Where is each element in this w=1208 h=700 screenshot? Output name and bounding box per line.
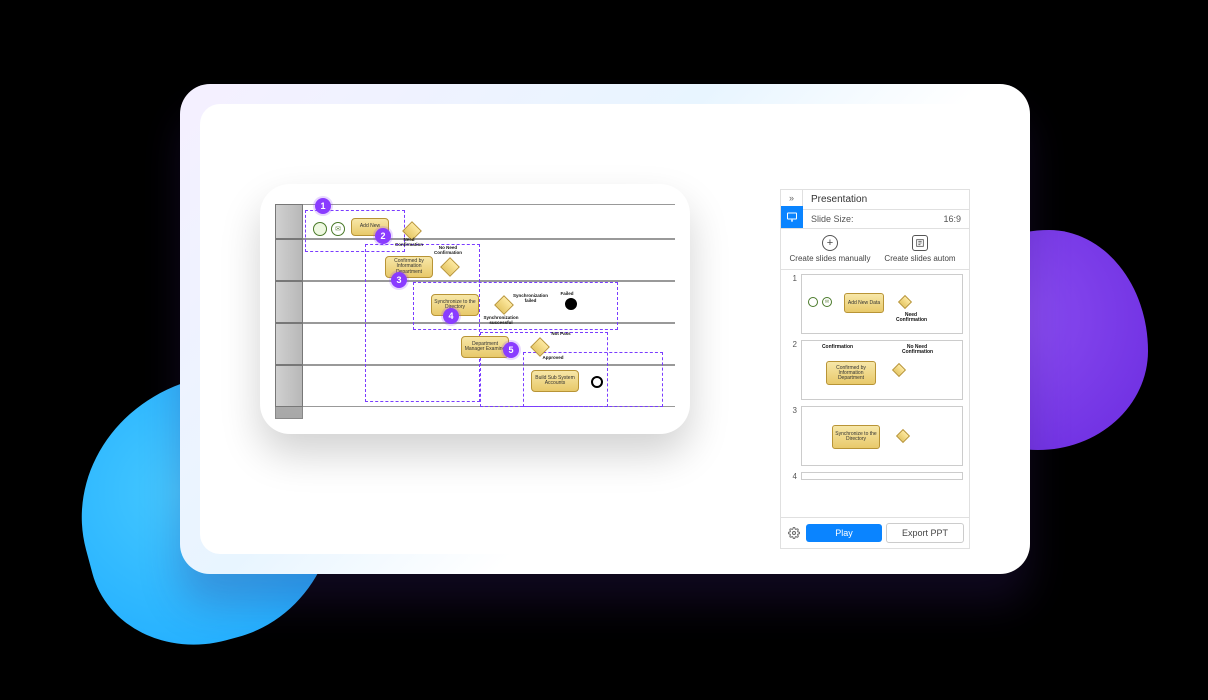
slide-size-value[interactable]: 16:9 <box>943 214 961 224</box>
diagram-card: ✉ Add New Confirmed by Information Depar… <box>260 184 690 434</box>
lane-label <box>275 365 303 407</box>
presentation-sidebar: » <box>781 190 803 228</box>
gateway-icon <box>896 429 910 443</box>
collapse-icon[interactable]: » <box>781 190 802 206</box>
step-badge-5: 5 <box>503 342 519 358</box>
label-sync-fail: Synchronization failed <box>513 294 548 303</box>
presentation-footer: Play Export PPT <box>781 517 969 548</box>
slide-item[interactable]: 3 Synchronize to the Directory <box>787 406 963 466</box>
gear-icon[interactable] <box>786 525 802 541</box>
end-event-icon[interactable] <box>565 298 577 310</box>
end-event-icon[interactable] <box>591 376 603 388</box>
slide-item[interactable]: 2 Confirmation Confirmed by Information … <box>787 340 963 400</box>
presentation-mode-icon[interactable] <box>781 206 803 228</box>
label-need-conf: Need Confirmation <box>395 238 423 247</box>
slide-thumbnail[interactable]: Synchronize to the Directory <box>801 406 963 466</box>
thumb-label: Confirmation <box>820 345 855 350</box>
thumb-task: Synchronize to the Directory <box>832 425 880 449</box>
presentation-actions: + Create slides manually Create slides a… <box>781 229 969 270</box>
lane-label <box>275 239 303 281</box>
slide-thumbnail[interactable]: Confirmation Confirmed by Information De… <box>801 340 963 400</box>
slide-number: 1 <box>787 274 797 334</box>
slide-size-label: Slide Size: <box>811 214 854 224</box>
thumb-task: Confirmed by Information Department <box>826 361 876 385</box>
task-examine[interactable]: Department Manager Examine <box>461 336 509 358</box>
step-badge-2: 2 <box>375 228 391 244</box>
lane-label <box>275 281 303 323</box>
slide-item[interactable]: 1 ✉ Add New Data Need Confirmation <box>787 274 963 334</box>
slide-thumbnail[interactable] <box>801 472 963 480</box>
play-button[interactable]: Play <box>806 524 882 542</box>
presentation-head: » Presentation Slide Size: 16:9 <box>781 190 969 229</box>
message-event-icon[interactable]: ✉ <box>331 222 345 236</box>
slide-number: 4 <box>787 472 797 481</box>
auto-create-icon <box>912 235 928 251</box>
thumb-task: Add New Data <box>844 293 884 313</box>
plus-circle-icon: + <box>822 235 838 251</box>
start-event-icon <box>808 297 818 307</box>
label-no-need-conf: No Need Confirmation <box>433 246 463 255</box>
slide-number: 3 <box>787 406 797 466</box>
bpmn-diagram[interactable]: ✉ Add New Confirmed by Information Depar… <box>275 204 675 419</box>
gateway-icon <box>892 363 906 377</box>
create-slides-manually-button[interactable]: + Create slides manually <box>785 235 875 263</box>
step-badge-4: 4 <box>443 308 459 324</box>
step-badge-1: 1 <box>315 198 331 214</box>
slide-thumbnail[interactable]: ✉ Add New Data Need Confirmation <box>801 274 963 334</box>
label-not-pass: Not Pass <box>547 332 575 337</box>
presentation-title: Presentation <box>803 190 969 209</box>
gateway-icon <box>898 295 912 309</box>
create-auto-label: Create slides autom <box>884 254 955 263</box>
slide-number: 2 <box>787 340 797 400</box>
lane-label <box>275 204 303 239</box>
thumb-label: Need Confirmation <box>896 313 926 323</box>
slide-size-row: Slide Size: 16:9 <box>803 209 969 228</box>
panel-inner: ✉ Add New Confirmed by Information Depar… <box>200 104 1010 554</box>
export-ppt-button[interactable]: Export PPT <box>886 523 964 543</box>
presentation-title-bar: Presentation Slide Size: 16:9 <box>803 190 969 228</box>
presentation-panel: » Presentation Slide Size: 16:9 + Crea <box>780 189 970 549</box>
start-event-icon[interactable] <box>313 222 327 236</box>
label-failed: Failed <box>557 292 577 297</box>
slide-item[interactable]: 4 <box>787 472 963 481</box>
label-approved: Approved <box>539 356 567 361</box>
lane-label <box>275 323 303 365</box>
task-build[interactable]: Build Sub System Accounts <box>531 370 579 392</box>
create-slides-auto-button[interactable]: Create slides autom <box>875 235 965 263</box>
main-panel: ✉ Add New Confirmed by Information Depar… <box>180 84 1030 574</box>
label-sync-success: Synchronization successful <box>481 316 521 325</box>
create-manual-label: Create slides manually <box>790 254 871 263</box>
slides-list: 1 ✉ Add New Data Need Confirmation 2 Con… <box>781 270 969 517</box>
message-event-icon: ✉ <box>822 297 832 307</box>
thumb-label: No Need Confirmation <box>902 345 932 355</box>
step-badge-3: 3 <box>391 272 407 288</box>
